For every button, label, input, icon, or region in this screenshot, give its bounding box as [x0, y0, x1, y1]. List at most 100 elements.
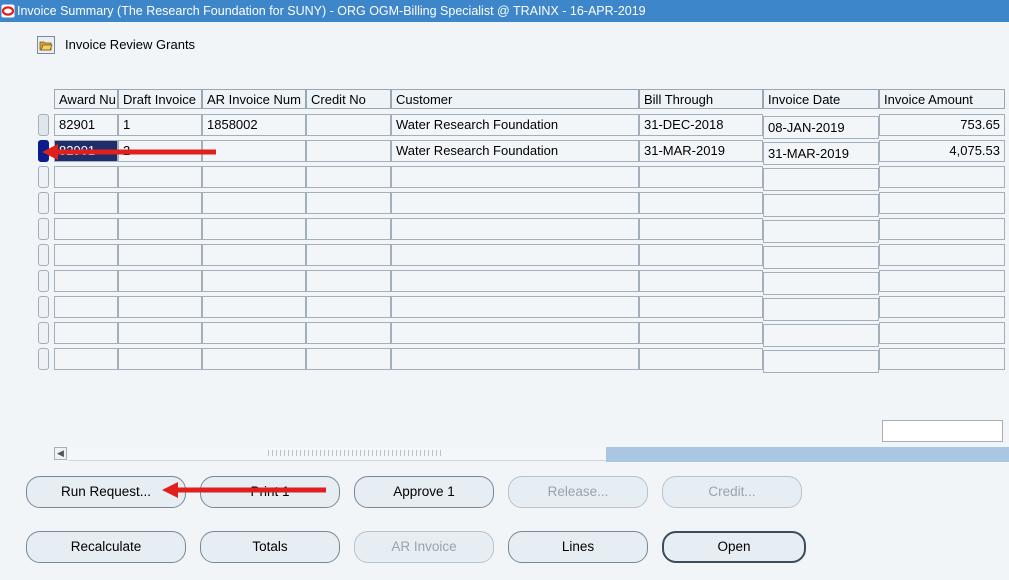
row-indicator[interactable]: [38, 140, 49, 162]
cell-draft-invoice[interactable]: [118, 296, 202, 318]
header-award-number[interactable]: Award Nu: [54, 89, 118, 109]
cell-invoice-date[interactable]: [763, 246, 879, 269]
scroll-left-icon[interactable]: ◀: [54, 447, 67, 460]
cell-customer[interactable]: [391, 166, 639, 188]
cell-draft-invoice[interactable]: [118, 166, 202, 188]
cell-credit-no[interactable]: [306, 192, 391, 214]
cell-invoice-amount[interactable]: [879, 166, 1005, 188]
cell-bill-through[interactable]: [639, 166, 763, 188]
credit-button[interactable]: Credit...: [662, 476, 802, 508]
cell-invoice-date[interactable]: [763, 168, 879, 191]
row-indicator[interactable]: [38, 270, 49, 292]
cell-credit-no[interactable]: [306, 218, 391, 240]
cell-draft-invoice[interactable]: [118, 218, 202, 240]
row-indicator[interactable]: [38, 192, 49, 214]
folder-open-icon[interactable]: [37, 36, 55, 54]
cell-customer[interactable]: [391, 348, 639, 370]
cell-ar-invoice-num[interactable]: 1858002: [202, 114, 306, 136]
cell-credit-no[interactable]: [306, 244, 391, 266]
cell-credit-no[interactable]: [306, 140, 391, 162]
cell-bill-through[interactable]: [639, 296, 763, 318]
header-credit-no[interactable]: Credit No: [306, 89, 391, 109]
cell-credit-no[interactable]: [306, 322, 391, 344]
cell-ar-invoice-num[interactable]: [202, 166, 306, 188]
cell-invoice-amount[interactable]: [879, 192, 1005, 214]
header-customer[interactable]: Customer: [391, 89, 639, 109]
cell-customer[interactable]: [391, 296, 639, 318]
cell-customer[interactable]: [391, 218, 639, 240]
header-draft-invoice[interactable]: Draft Invoice: [118, 89, 202, 109]
cell-invoice-date[interactable]: [763, 350, 879, 373]
run-request-button[interactable]: Run Request...: [26, 476, 186, 508]
cell-bill-through[interactable]: [639, 244, 763, 266]
cell-credit-no[interactable]: [306, 296, 391, 318]
scroll-track[interactable]: [68, 447, 606, 461]
cell-ar-invoice-num[interactable]: [202, 140, 306, 162]
header-invoice-date[interactable]: Invoice Date: [763, 89, 879, 109]
cell-invoice-date[interactable]: [763, 220, 879, 243]
cell-draft-invoice[interactable]: [118, 192, 202, 214]
cell-draft-invoice[interactable]: [118, 244, 202, 266]
cell-invoice-date[interactable]: [763, 194, 879, 217]
row-indicator[interactable]: [38, 348, 49, 370]
cell-customer[interactable]: [391, 244, 639, 266]
scroll-grip[interactable]: [268, 450, 444, 456]
cell-invoice-amount[interactable]: 4,075.53: [879, 140, 1005, 162]
ar-invoice-button[interactable]: AR Invoice: [354, 531, 494, 563]
row-indicator[interactable]: [38, 244, 49, 266]
cell-invoice-amount[interactable]: [879, 270, 1005, 292]
cell-ar-invoice-num[interactable]: [202, 192, 306, 214]
cell-invoice-amount[interactable]: [879, 322, 1005, 344]
cell-invoice-date[interactable]: [763, 298, 879, 321]
invoice-amount-total-field[interactable]: [882, 420, 1003, 442]
header-bill-through[interactable]: Bill Through: [639, 89, 763, 109]
cell-credit-no[interactable]: [306, 348, 391, 370]
cell-award-number[interactable]: [54, 270, 118, 292]
cell-draft-invoice[interactable]: [118, 322, 202, 344]
approve-button[interactable]: Approve 1: [354, 476, 494, 508]
cell-award-number[interactable]: 82901: [54, 140, 118, 162]
cell-award-number[interactable]: [54, 322, 118, 344]
cell-customer[interactable]: [391, 322, 639, 344]
cell-credit-no[interactable]: [306, 270, 391, 292]
totals-button[interactable]: Totals: [200, 531, 340, 563]
cell-customer[interactable]: [391, 270, 639, 292]
cell-award-number[interactable]: [54, 296, 118, 318]
horizontal-scrollbar[interactable]: ◀: [54, 447, 1009, 462]
cell-ar-invoice-num[interactable]: [202, 296, 306, 318]
cell-bill-through[interactable]: [639, 322, 763, 344]
cell-ar-invoice-num[interactable]: [202, 244, 306, 266]
row-indicator[interactable]: [38, 114, 49, 136]
cell-customer[interactable]: [391, 192, 639, 214]
cell-ar-invoice-num[interactable]: [202, 218, 306, 240]
cell-draft-invoice[interactable]: 1: [118, 114, 202, 136]
cell-invoice-amount[interactable]: [879, 296, 1005, 318]
cell-award-number[interactable]: [54, 244, 118, 266]
cell-customer[interactable]: Water Research Foundation: [391, 140, 639, 162]
row-indicator[interactable]: [38, 166, 49, 188]
lines-button[interactable]: Lines: [508, 531, 648, 563]
cell-award-number[interactable]: [54, 192, 118, 214]
cell-invoice-amount[interactable]: [879, 218, 1005, 240]
cell-award-number[interactable]: [54, 348, 118, 370]
cell-award-number[interactable]: [54, 166, 118, 188]
cell-customer[interactable]: Water Research Foundation: [391, 114, 639, 136]
cell-credit-no[interactable]: [306, 114, 391, 136]
row-indicator[interactable]: [38, 296, 49, 318]
cell-ar-invoice-num[interactable]: [202, 348, 306, 370]
header-invoice-amount[interactable]: Invoice Amount: [879, 89, 1005, 109]
cell-draft-invoice[interactable]: 2: [118, 140, 202, 162]
cell-draft-invoice[interactable]: [118, 270, 202, 292]
cell-bill-through[interactable]: 31-DEC-2018: [639, 114, 763, 136]
cell-ar-invoice-num[interactable]: [202, 322, 306, 344]
cell-ar-invoice-num[interactable]: [202, 270, 306, 292]
cell-invoice-amount[interactable]: 753.65: [879, 114, 1005, 136]
cell-draft-invoice[interactable]: [118, 348, 202, 370]
cell-invoice-amount[interactable]: [879, 244, 1005, 266]
cell-invoice-date[interactable]: 08-JAN-2019: [763, 116, 879, 139]
open-button[interactable]: Open: [662, 531, 806, 563]
cell-bill-through[interactable]: [639, 348, 763, 370]
cell-bill-through[interactable]: [639, 192, 763, 214]
cell-bill-through[interactable]: [639, 270, 763, 292]
cell-award-number[interactable]: [54, 218, 118, 240]
